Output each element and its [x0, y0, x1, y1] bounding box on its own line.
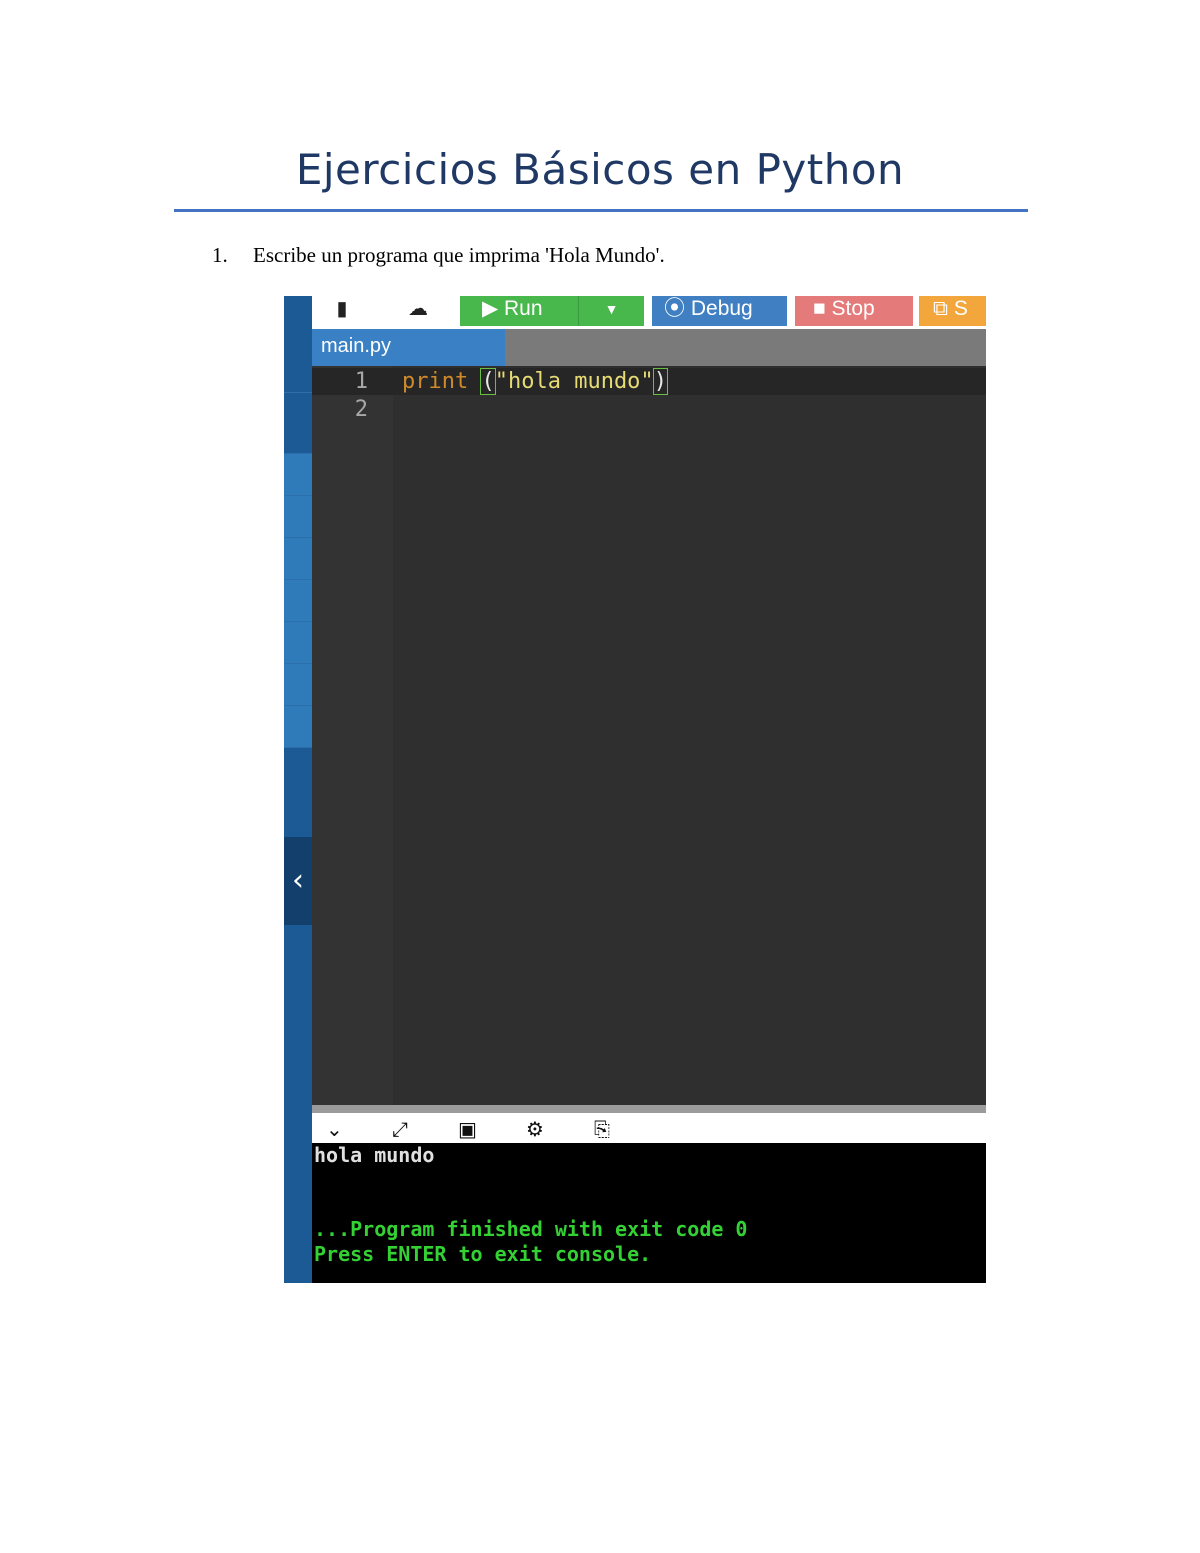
layout-icon[interactable]: ▣: [458, 1117, 477, 1141]
sidebar-segment[interactable]: [284, 706, 312, 748]
stop-label: Stop: [831, 297, 875, 320]
run-button[interactable]: ▶ Run: [460, 296, 578, 326]
sidebar-segment[interactable]: [284, 538, 312, 580]
stop-button[interactable]: ■ Stop: [795, 296, 913, 326]
document-title: Ejercicios Básicos en Python: [295, 145, 905, 194]
sidebar: ‹: [284, 296, 312, 1283]
exercise-item: 1. Escribe un programa que imprima 'Hola …: [212, 243, 665, 268]
press-enter-message: Press ENTER to exit console.: [314, 1242, 652, 1266]
debug-label: Debug: [690, 297, 753, 320]
close-paren: ): [652, 368, 668, 395]
clear-console-icon[interactable]: ⎘: [594, 1117, 610, 1141]
code-editor[interactable]: [393, 366, 986, 1105]
line-number: 1: [354, 369, 368, 394]
caret-down-icon: ▼: [604, 301, 619, 317]
run-label: Run: [504, 297, 543, 320]
toolbar: ▮ ☁ ▶ Run ▼ ⦿ Debug ■ Stop ⧉ S: [312, 296, 986, 329]
sidebar-segment[interactable]: [284, 496, 312, 538]
sidebar-segment[interactable]: [284, 622, 312, 664]
sidebar-segment[interactable]: [284, 296, 312, 393]
run-options-dropdown[interactable]: ▼: [578, 296, 644, 326]
exit-message: ...Program finished with exit code 0: [314, 1217, 748, 1241]
new-file-icon[interactable]: ▮: [312, 296, 372, 326]
console-toolbar: ⌄ ⤢ ▣ ⚙ ⎘: [312, 1105, 986, 1143]
sidebar-segment[interactable]: [284, 454, 312, 496]
sidebar-segment[interactable]: [284, 664, 312, 706]
title-divider: [174, 209, 1028, 212]
code-string: "hola mundo": [494, 369, 654, 394]
program-output: hola mundo: [314, 1143, 435, 1167]
code-line-1[interactable]: print ("hola mundo"): [402, 368, 668, 395]
sidebar-segment[interactable]: [284, 580, 312, 622]
debug-icon: ⦿: [664, 297, 685, 320]
line-number: 2: [354, 397, 368, 422]
expand-icon[interactable]: ⤢: [392, 1117, 408, 1141]
ide-screenshot: ‹ ▮ ☁ ▶ Run ▼ ⦿ Debug ■ Stop ⧉ S main.py…: [284, 296, 986, 1283]
share-label: S: [953, 297, 968, 320]
play-icon: ▶: [482, 297, 499, 320]
debug-button[interactable]: ⦿ Debug: [652, 296, 787, 326]
open-paren: (: [480, 368, 496, 395]
file-tab-bar: main.py: [312, 329, 986, 366]
share-icon: ⧉: [933, 297, 948, 320]
console-output[interactable]: hola mundo ...Program finished with exit…: [312, 1143, 986, 1283]
share-button[interactable]: ⧉ S: [919, 296, 986, 326]
collapse-sidebar-icon[interactable]: ‹: [284, 837, 312, 925]
tab-main-py[interactable]: main.py: [312, 329, 505, 366]
code-keyword: print: [402, 369, 469, 394]
line-number-gutter: [312, 366, 393, 1105]
exercise-number: 1.: [212, 243, 228, 267]
sidebar-segment[interactable]: [284, 393, 312, 454]
cloud-upload-icon[interactable]: ☁: [390, 296, 446, 326]
stop-icon: ■: [813, 297, 826, 320]
exercise-text: Escribe un programa que imprima 'Hola Mu…: [253, 243, 665, 267]
chevron-down-icon[interactable]: ⌄: [326, 1117, 343, 1141]
gear-icon[interactable]: ⚙: [526, 1117, 544, 1141]
